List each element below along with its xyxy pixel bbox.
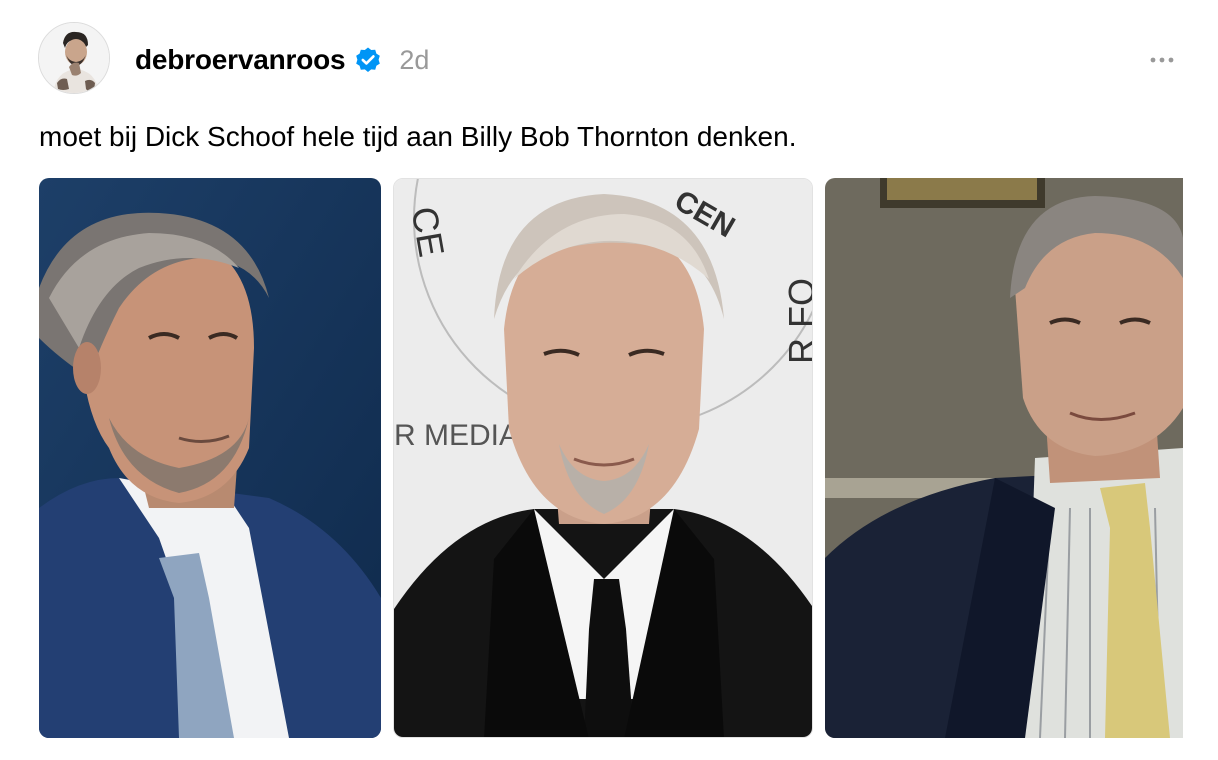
thread-post: debroervanroos 2d moet bij Dick Schoof h…	[0, 0, 1218, 760]
post-body-text: moet bij Dick Schoof hele tijd aan Billy…	[39, 121, 797, 152]
svg-text:CE: CE	[404, 203, 453, 259]
post-timestamp[interactable]: 2d	[399, 45, 429, 76]
post-image-3[interactable]	[825, 178, 1183, 738]
author-row: debroervanroos 2d	[135, 40, 429, 80]
post-header: debroervanroos 2d	[38, 22, 1182, 94]
verified-badge-icon	[354, 46, 382, 74]
photo-man-grey-hair-blue-suit-icon	[39, 178, 381, 738]
photo-man-black-suit-paley-backdrop-icon: R MEDIA CEN R FO CE	[394, 179, 813, 737]
post-image-1[interactable]	[39, 178, 381, 738]
avatar[interactable]	[38, 22, 110, 94]
profile-photo-icon	[39, 23, 109, 93]
more-options-button[interactable]	[1144, 50, 1180, 70]
username-link[interactable]: debroervanroos	[135, 44, 346, 76]
svg-text:R FO: R FO	[781, 278, 813, 364]
photo-man-navy-suit-yellow-tie-icon	[825, 178, 1183, 738]
backdrop-text: R MEDIA	[394, 419, 519, 452]
ellipsis-icon	[1150, 57, 1174, 63]
post-image-2[interactable]: R MEDIA CEN R FO CE	[393, 178, 813, 738]
